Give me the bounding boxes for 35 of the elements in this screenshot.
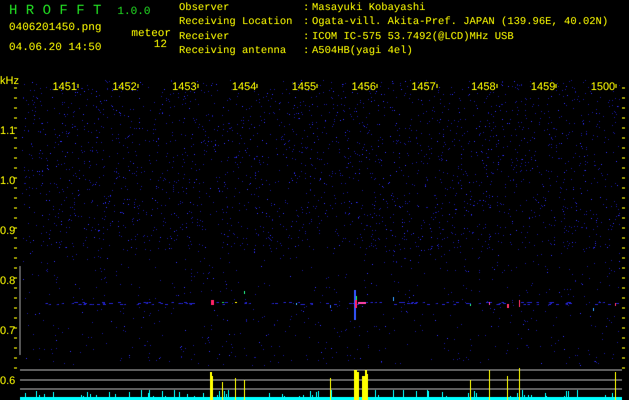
separator: :: [303, 17, 310, 30]
time-label: 1451: [52, 81, 77, 93]
counter-value: 12: [154, 40, 167, 52]
separator: :: [303, 32, 310, 44]
time-label: 1458: [471, 81, 496, 93]
frequency-label: 0.9: [0, 225, 16, 237]
info-label: Receiving antenna: [179, 46, 288, 59]
frequency-label: 0.7: [0, 325, 16, 337]
separator: :: [303, 3, 310, 16]
info-value: Masayuki Kobayashi: [312, 3, 426, 16]
time-label: 1459: [530, 81, 556, 93]
time-label: 1457: [411, 81, 436, 93]
time-label: 1453: [172, 81, 197, 93]
time-label: 1455: [292, 81, 316, 93]
info-value: A504HB(yagi 4el): [312, 46, 414, 59]
app-title: H R O F F T: [9, 3, 102, 19]
time-label: 1452: [112, 81, 137, 93]
file-name: 0406201450.png: [9, 23, 102, 34]
frequency-label: 1.1: [0, 125, 16, 137]
frequency-label: 0.8: [0, 275, 16, 287]
info-value: Ogata-vill. Akita-Pref. JAPAN (139.96E, 40.02N): [312, 17, 608, 30]
time-label: 1500: [590, 81, 616, 93]
app-version: 1.0.0: [117, 7, 150, 18]
counter-label: meteor: [131, 28, 171, 40]
info-label: Receiving Location: [179, 17, 294, 30]
date-time: 04.06.20 14:50: [9, 42, 102, 54]
time-label: 1454: [232, 81, 256, 93]
axis-unit: kHz: [0, 75, 19, 87]
frequency-label: 1.0: [0, 175, 16, 187]
separator: :: [303, 46, 310, 59]
info-value: ICOM IC-575 53.7492(@LCD)MHz USB: [312, 32, 515, 44]
time-label: 1456: [352, 81, 376, 93]
info-label: Receiver: [179, 32, 230, 44]
frequency-label: 0.6: [0, 375, 16, 387]
info-label: Observer: [179, 3, 230, 16]
